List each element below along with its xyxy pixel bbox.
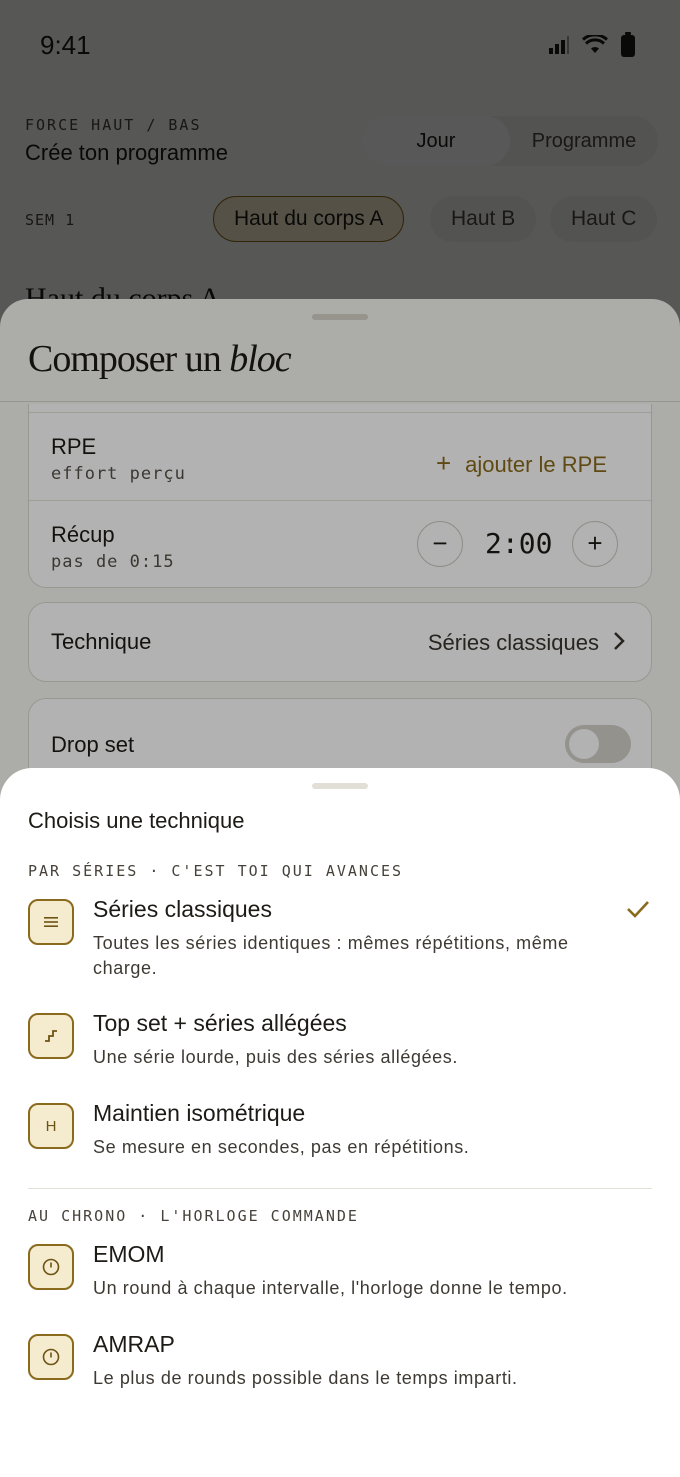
hold-icon: H	[28, 1103, 74, 1149]
option-desc: Une série lourde, puis des séries allégé…	[93, 1047, 458, 1067]
picker-title: Choisis une technique	[28, 808, 245, 833]
technique-option-amrap[interactable]: AMRAP Le plus de rounds possible dans le…	[28, 1331, 652, 1394]
option-name: AMRAP	[93, 1331, 175, 1357]
option-desc: Se mesure en secondes, pas en répétition…	[93, 1137, 470, 1157]
timer-icon	[28, 1334, 74, 1380]
option-name: Maintien isométrique	[93, 1100, 306, 1126]
option-desc: Toutes les séries identiques : mêmes rép…	[93, 933, 569, 978]
timer-icon	[28, 1244, 74, 1290]
technique-option-emom[interactable]: EMOM Un round à chaque intervalle, l'hor…	[28, 1241, 652, 1304]
option-desc: Le plus de rounds possible dans le temps…	[93, 1368, 518, 1388]
technique-option-series-classiques[interactable]: Séries classiques Toutes les séries iden…	[28, 896, 652, 979]
technique-picker-sheet: Choisis une technique PAR SÉRIES · C'EST…	[0, 768, 680, 1477]
section-heading-chrono: AU CHRONO · L'HORLOGE COMMANDE	[28, 1207, 359, 1225]
steps-icon	[28, 1013, 74, 1059]
option-desc: Un round à chaque intervalle, l'horloge …	[93, 1278, 568, 1298]
option-name: Top set + séries allégées	[93, 1010, 347, 1036]
sheet-handle[interactable]	[312, 783, 368, 789]
divider	[28, 1188, 652, 1189]
option-name: EMOM	[93, 1241, 165, 1267]
option-name: Séries classiques	[93, 896, 272, 922]
technique-option-top-set[interactable]: Top set + séries allégées Une série lour…	[28, 1010, 652, 1073]
section-heading-series: PAR SÉRIES · C'EST TOI QUI AVANCES	[28, 862, 404, 880]
lines-icon	[28, 899, 74, 945]
check-icon	[627, 901, 649, 918]
technique-option-isometric[interactable]: H Maintien isométrique Se mesure en seco…	[28, 1100, 652, 1163]
